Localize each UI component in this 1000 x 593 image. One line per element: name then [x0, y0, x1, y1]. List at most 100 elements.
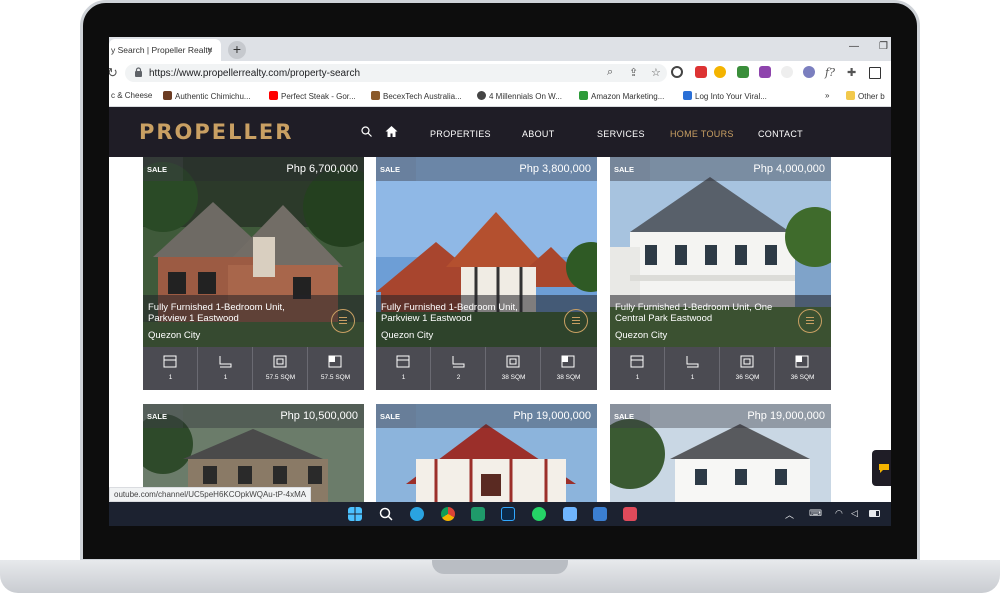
bookmark-item[interactable]: Log Into Your Viral... — [683, 91, 767, 101]
listing-price: Php 19,000,000 — [650, 404, 831, 428]
listing-city: Quezon City — [148, 330, 201, 341]
listing-caption: Fully Furnished 1-Bedroom Unit, One Cent… — [610, 295, 831, 347]
screen: y Search | Propeller Realty × + — ❐ ↻ ht… — [109, 37, 891, 526]
formula-extension-icon[interactable]: f? — [825, 66, 835, 79]
bookmark-item[interactable]: c & Cheese — [111, 91, 152, 100]
search-icon[interactable] — [361, 126, 372, 137]
taskbar: ︿ ⌨ ◠ ◁ — [109, 502, 891, 526]
bookmark-favicon-icon — [683, 91, 692, 100]
nav-about[interactable]: ABOUT — [522, 129, 555, 139]
listing-caption: Fully Furnished 1-Bedroom Unit, Parkview… — [376, 295, 597, 347]
bookmarks-bar: c & Cheese Authentic Chimichu... Perfect… — [109, 85, 891, 107]
bookmark-item[interactable]: BecexTech Australia... — [371, 91, 462, 101]
bookmark-item[interactable]: 4 Millennials On W... — [477, 91, 562, 101]
chat-button[interactable] — [872, 450, 891, 486]
telegram-icon[interactable] — [410, 507, 424, 521]
extension-icon-3[interactable] — [714, 66, 726, 78]
bookmark-folder[interactable]: Other b — [846, 91, 885, 101]
nav-home-tours[interactable]: HOME TOURS — [670, 129, 734, 139]
floor-area-icon — [273, 355, 287, 368]
bookmark-item[interactable]: Authentic Chimichu... — [163, 91, 251, 101]
laptop-notch — [432, 560, 568, 574]
folder-icon — [846, 91, 855, 100]
search-icon[interactable] — [379, 507, 393, 521]
bookmarks-overflow[interactable]: » — [825, 91, 829, 100]
site-logo[interactable]: PROPELLER — [139, 120, 293, 144]
property-photo[interactable]: SALE Php 6,700,000 Fully Furnished 1-Bed… — [143, 157, 364, 347]
stat-floor-area: 36 SQM — [720, 347, 775, 390]
stat-floor-area: 57.5 SQM — [253, 347, 308, 390]
stat-bathrooms: 1 — [198, 347, 253, 390]
extension-icon-1[interactable] — [671, 66, 683, 78]
side-panel-icon[interactable] — [869, 67, 881, 79]
extension-icon-5[interactable] — [759, 66, 771, 78]
property-photo[interactable]: SALE Php 3,800,000 Fully Furnished 1-Bed… — [376, 157, 597, 347]
bookmark-star-icon[interactable]: ☆ — [651, 66, 661, 79]
tray-chevron-icon[interactable]: ︿ — [785, 508, 794, 521]
youtube-icon — [269, 91, 278, 100]
minimize-button[interactable]: — — [849, 41, 859, 52]
battery-icon[interactable] — [869, 510, 880, 517]
listing-menu-button[interactable] — [798, 309, 822, 333]
bookmark-item[interactable]: Amazon Marketing... — [579, 91, 664, 101]
url-text: https://www.propellerrealty.com/property… — [149, 68, 361, 79]
listing-title[interactable]: Fully Furnished 1-Bedroom Unit, Parkview… — [381, 302, 551, 324]
reload-icon[interactable]: ↻ — [109, 65, 118, 81]
zoom-icon[interactable]: ⌕ — [607, 66, 613, 79]
browser-tab[interactable]: y Search | Propeller Realty × — [109, 39, 221, 61]
property-photo[interactable]: SALE Php 4,000,000 Fully Furnished 1-Bed… — [610, 157, 831, 347]
listing-menu-button[interactable] — [564, 309, 588, 333]
listing-card[interactable]: SALE Php 19,000,000 — [610, 404, 831, 502]
site-navbar: PROPELLER PROPERTIES ABOUT SERVICES HOME… — [109, 107, 891, 157]
snipping-tool-icon[interactable] — [623, 507, 637, 521]
extension-icon-4[interactable] — [737, 66, 749, 78]
address-bar-row: ↻ https://www.propellerrealty.com/proper… — [109, 61, 891, 85]
listing-menu-button[interactable] — [331, 309, 355, 333]
windows-start-icon[interactable] — [348, 507, 362, 521]
chat-icon — [879, 464, 889, 473]
photoshop-icon[interactable] — [501, 507, 515, 521]
bed-icon — [163, 355, 177, 368]
nav-properties[interactable]: PROPERTIES — [430, 129, 491, 139]
listing-title[interactable]: Fully Furnished 1-Bedroom Unit, Parkview… — [148, 302, 318, 324]
floor-area-icon — [740, 355, 754, 368]
home-icon[interactable] — [385, 125, 398, 138]
bed-icon — [396, 355, 410, 368]
listing-card[interactable]: SALE Php 6,700,000 Fully Furnished 1-Bed… — [143, 157, 364, 390]
bookmark-item[interactable]: Perfect Steak - Gor... — [269, 91, 356, 101]
stat-bedrooms: 1 — [143, 347, 198, 390]
listing-city: Quezon City — [615, 330, 668, 341]
volume-icon[interactable]: ◁ — [851, 508, 858, 519]
lot-area-icon — [561, 355, 575, 368]
restore-button[interactable]: ❐ — [879, 41, 888, 52]
new-tab-button[interactable]: + — [228, 41, 246, 59]
photos-icon[interactable] — [593, 507, 607, 521]
listing-title[interactable]: Fully Furnished 1-Bedroom Unit, One Cent… — [615, 302, 785, 324]
notepad-icon[interactable] — [563, 507, 577, 521]
nav-contact[interactable]: CONTACT — [758, 129, 803, 139]
nav-services[interactable]: SERVICES — [597, 129, 645, 139]
listing-card[interactable]: SALE Php 3,800,000 Fully Furnished 1-Bed… — [376, 157, 597, 390]
extension-icon-7[interactable] — [803, 66, 815, 78]
listing-stats: 1 1 57.5 SQM 57.5 SQM — [143, 347, 364, 390]
listing-card[interactable]: SALE Php 19,000,000 — [376, 404, 597, 502]
property-photo[interactable]: SALE Php 19,000,000 — [376, 404, 597, 502]
puzzle-icon[interactable]: ✚ — [847, 66, 856, 79]
share-icon[interactable]: ⇪ — [629, 66, 638, 79]
tab-close-icon[interactable]: × — [207, 45, 213, 56]
listing-card[interactable]: SALE Php 4,000,000 Fully Furnished 1-Bed… — [610, 157, 831, 390]
extension-icon-6[interactable] — [781, 66, 793, 78]
sale-badge: SALE — [376, 157, 416, 181]
bookmark-favicon-icon — [371, 91, 380, 100]
wifi-icon[interactable]: ◠ — [835, 508, 843, 519]
keyboard-icon[interactable]: ⌨ — [809, 508, 822, 519]
sale-badge: SALE — [610, 157, 650, 181]
property-photo[interactable]: SALE Php 19,000,000 — [610, 404, 831, 502]
app-green-icon[interactable] — [471, 507, 485, 521]
tab-title: y Search | Propeller Realty — [111, 45, 212, 55]
lot-area-icon — [328, 355, 342, 368]
extension-icon-2[interactable] — [695, 66, 707, 78]
whatsapp-icon[interactable] — [532, 507, 546, 521]
chrome-icon[interactable] — [441, 507, 455, 521]
omnibox[interactable]: https://www.propellerrealty.com/property… — [125, 64, 667, 82]
